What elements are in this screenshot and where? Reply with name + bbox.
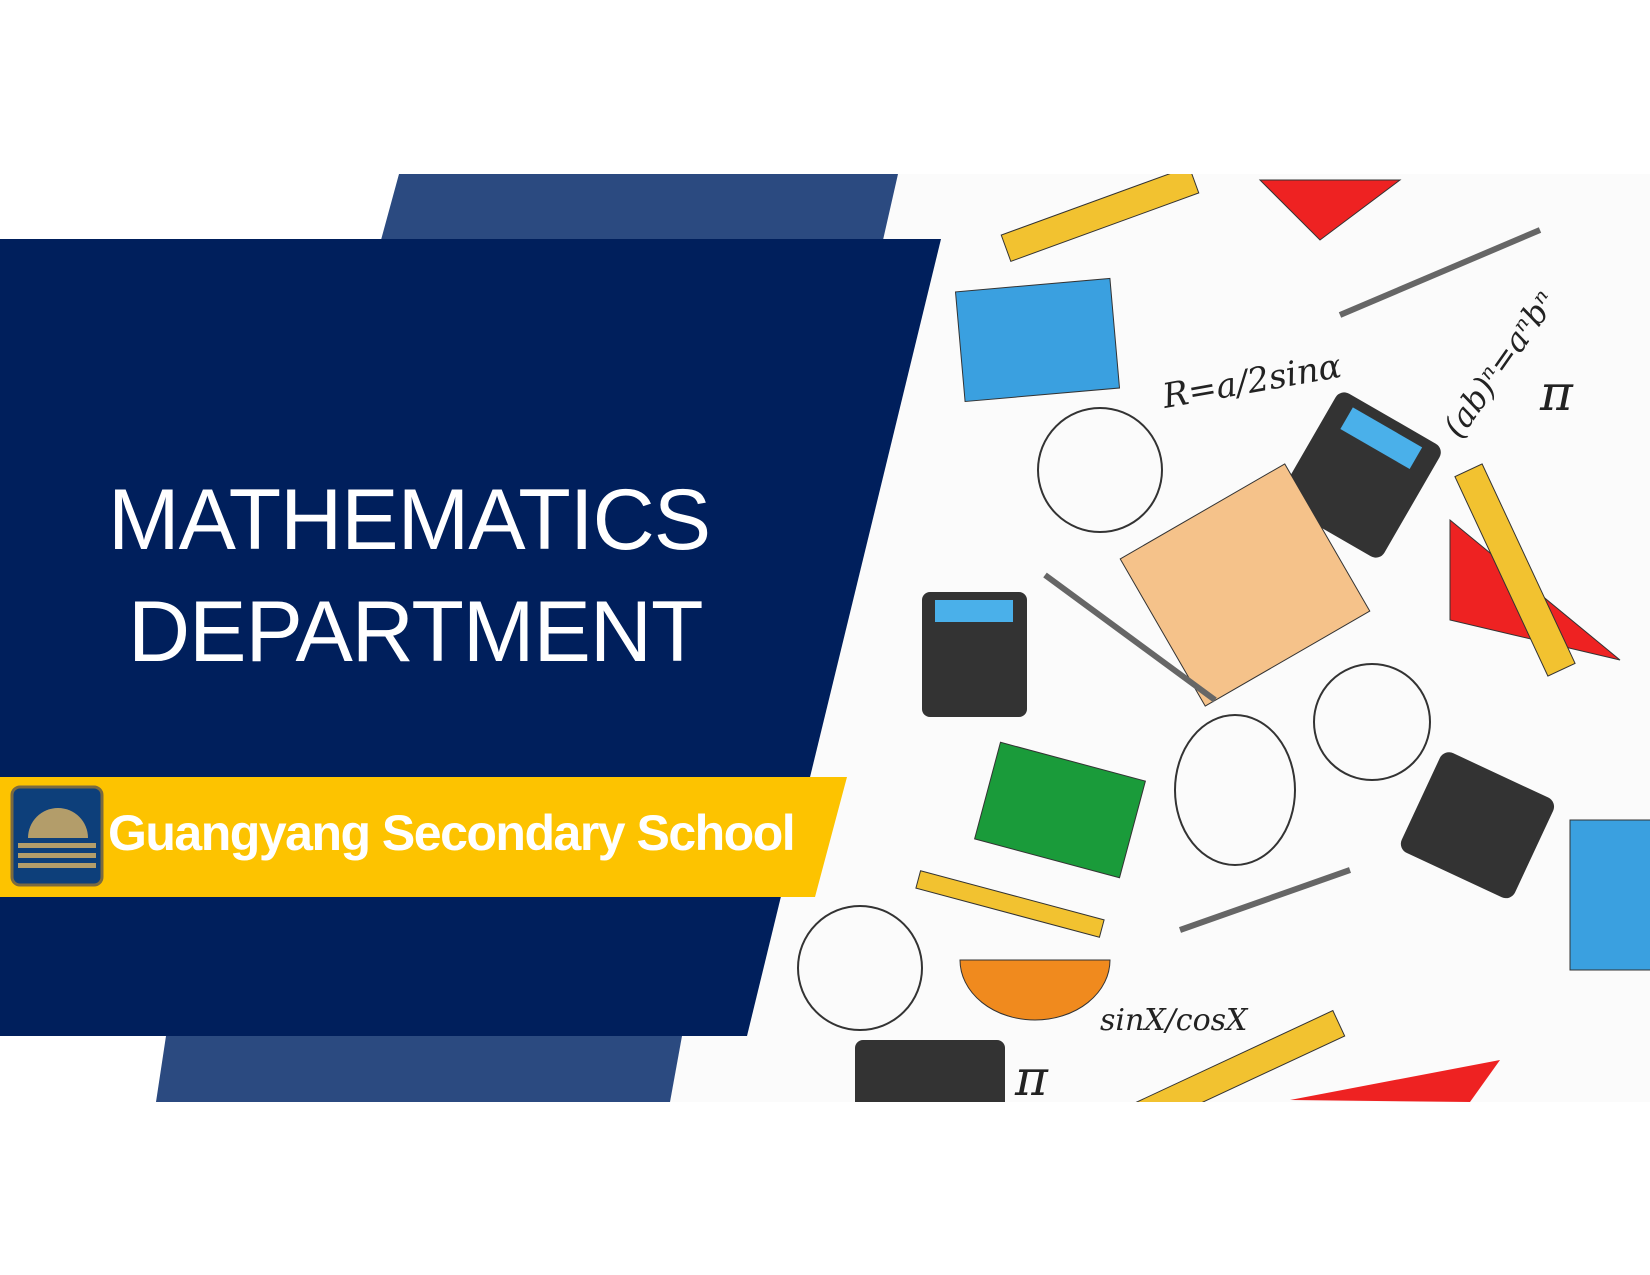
calculator-icon — [855, 1040, 1005, 1102]
school-name: Guangyang Secondary School — [108, 805, 796, 861]
title-line-2: DEPARTMENT — [128, 584, 704, 680]
title-line-1: MATHEMATICS — [108, 472, 711, 568]
bottom-accent-band — [156, 1036, 682, 1102]
book-icon — [1569, 819, 1650, 971]
book-icon — [954, 277, 1121, 403]
school-logo — [10, 785, 104, 887]
formula-text: π — [1539, 364, 1574, 422]
formula-text: sinX/cosX — [1100, 1003, 1249, 1038]
top-accent-band — [381, 174, 898, 240]
formula-text: π — [1014, 1049, 1049, 1107]
